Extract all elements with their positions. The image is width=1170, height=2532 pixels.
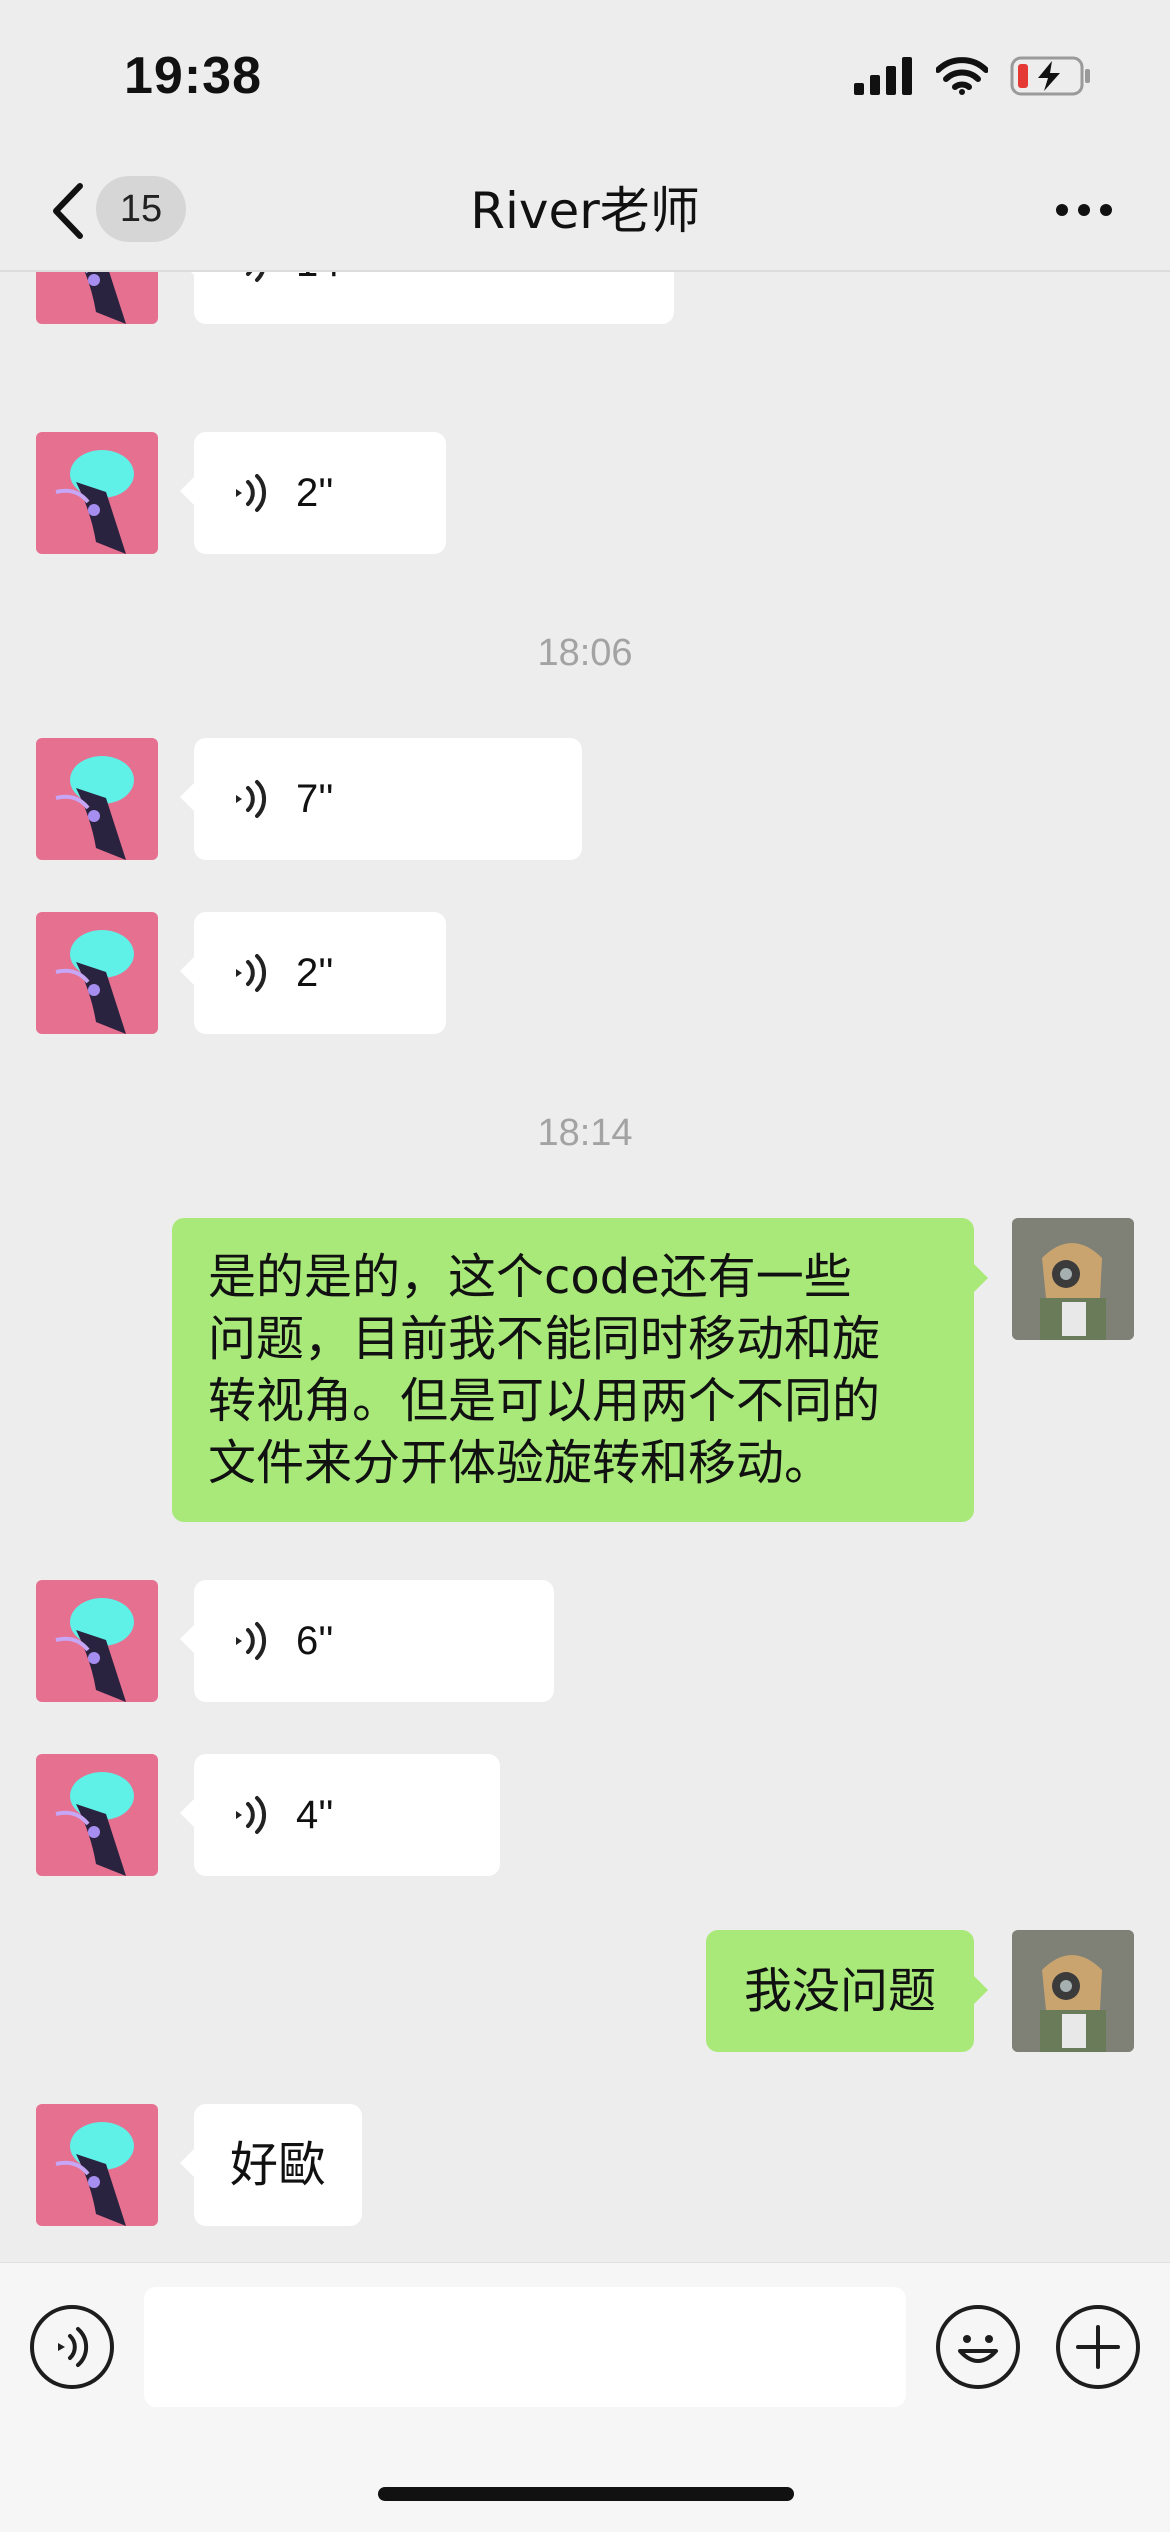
contact-avatar[interactable] [36, 2104, 158, 2226]
avatar-image [55, 1598, 134, 1702]
chat-screen: 19:38 15 River老师 2'' 18:06 7'' 2'' 18:14… [0, 0, 1170, 2532]
voice-mode-icon [58, 2327, 89, 2367]
voice-wave-icon [246, 272, 265, 282]
avatar-image [55, 2122, 134, 2226]
contact-avatar[interactable] [36, 912, 158, 1034]
message-text-line: 文件来分开体验旋转和移动。 [208, 1435, 833, 1491]
text-message-bubble[interactable]: 好歐 [179, 2104, 363, 2226]
avatar-image [55, 1772, 134, 1876]
my-avatar[interactable] [1012, 1930, 1134, 2052]
voice-duration: 2'' [296, 951, 334, 995]
voice-mode-button[interactable] [30, 2305, 114, 2389]
more-icon[interactable] [1054, 200, 1114, 220]
voice-wave-icon [236, 1796, 267, 1834]
voice-duration: 4'' [296, 1793, 334, 1837]
message-timestamp: 18:06 [537, 632, 633, 674]
signal-icon [854, 57, 912, 95]
message-timestamp: 18:14 [537, 1112, 633, 1154]
battery-icon [1010, 56, 1090, 96]
voice-wave-icon [236, 474, 267, 512]
voice-message-bubble[interactable]: 2'' [180, 432, 446, 554]
voice-duration: 7'' [296, 777, 334, 821]
contact-avatar[interactable] [36, 1580, 158, 1702]
message-list[interactable]: 14'' 2'' 18:06 7'' [0, 272, 1170, 2262]
message-text-line: 转视角。但是可以用两个不同的 [208, 1373, 881, 1429]
contact-avatar[interactable] [36, 738, 158, 860]
message-input[interactable] [144, 2287, 906, 2407]
voice-message-bubble[interactable]: 2'' [180, 912, 446, 1034]
message-text-line: 问题，目前我不能同时移动和旋 [208, 1311, 881, 1367]
wifi-icon [936, 57, 988, 95]
message-text: 好歐 [230, 2137, 327, 2193]
status-icons [854, 56, 1092, 96]
voice-wave-icon [236, 954, 267, 992]
contact-avatar[interactable] [36, 432, 158, 554]
more-functions-button[interactable] [1056, 2305, 1140, 2389]
avatar-image [55, 756, 134, 860]
avatar-image [1012, 1218, 1134, 1340]
voice-message-bubble[interactable]: 14'' [180, 272, 674, 324]
emoji-button[interactable] [936, 2305, 1020, 2389]
avatar-image [55, 930, 134, 1034]
voice-wave-icon [236, 780, 267, 818]
text-message-bubble[interactable]: 我没问题 [705, 1930, 989, 2052]
voice-wave-icon [236, 1622, 267, 1660]
avatar-image [55, 450, 134, 554]
avatar-image [1012, 1930, 1134, 2052]
voice-duration: 6'' [296, 1619, 334, 1663]
navigation-bar: 15 River老师 [0, 150, 1170, 272]
voice-message-bubble[interactable]: 4'' [180, 1754, 500, 1876]
plus-icon [1076, 2325, 1120, 2369]
message-text: 我没问题 [743, 1963, 936, 2019]
my-avatar[interactable] [1012, 1218, 1134, 1340]
home-indicator [378, 2487, 794, 2501]
emoji-icon [958, 2335, 998, 2363]
voice-duration: 2'' [296, 471, 334, 515]
status-bar: 19:38 [0, 0, 1170, 150]
chat-title: River老师 [470, 182, 700, 240]
avatar-image [84, 272, 126, 324]
contact-avatar[interactable] [36, 1754, 158, 1876]
contact-avatar[interactable] [36, 272, 158, 324]
message-text-line: 是的是的，这个code还有一些 [208, 1249, 852, 1305]
voice-duration: 14'' [296, 272, 356, 324]
text-message-bubble[interactable]: 是的是的，这个code还有一些 问题，目前我不能同时移动和旋 转视角。但是可以用… [172, 1218, 988, 1522]
voice-message-bubble[interactable]: 7'' [180, 738, 582, 860]
voice-message-bubble[interactable]: 6'' [180, 1580, 554, 1702]
status-time: 19:38 [124, 47, 262, 105]
